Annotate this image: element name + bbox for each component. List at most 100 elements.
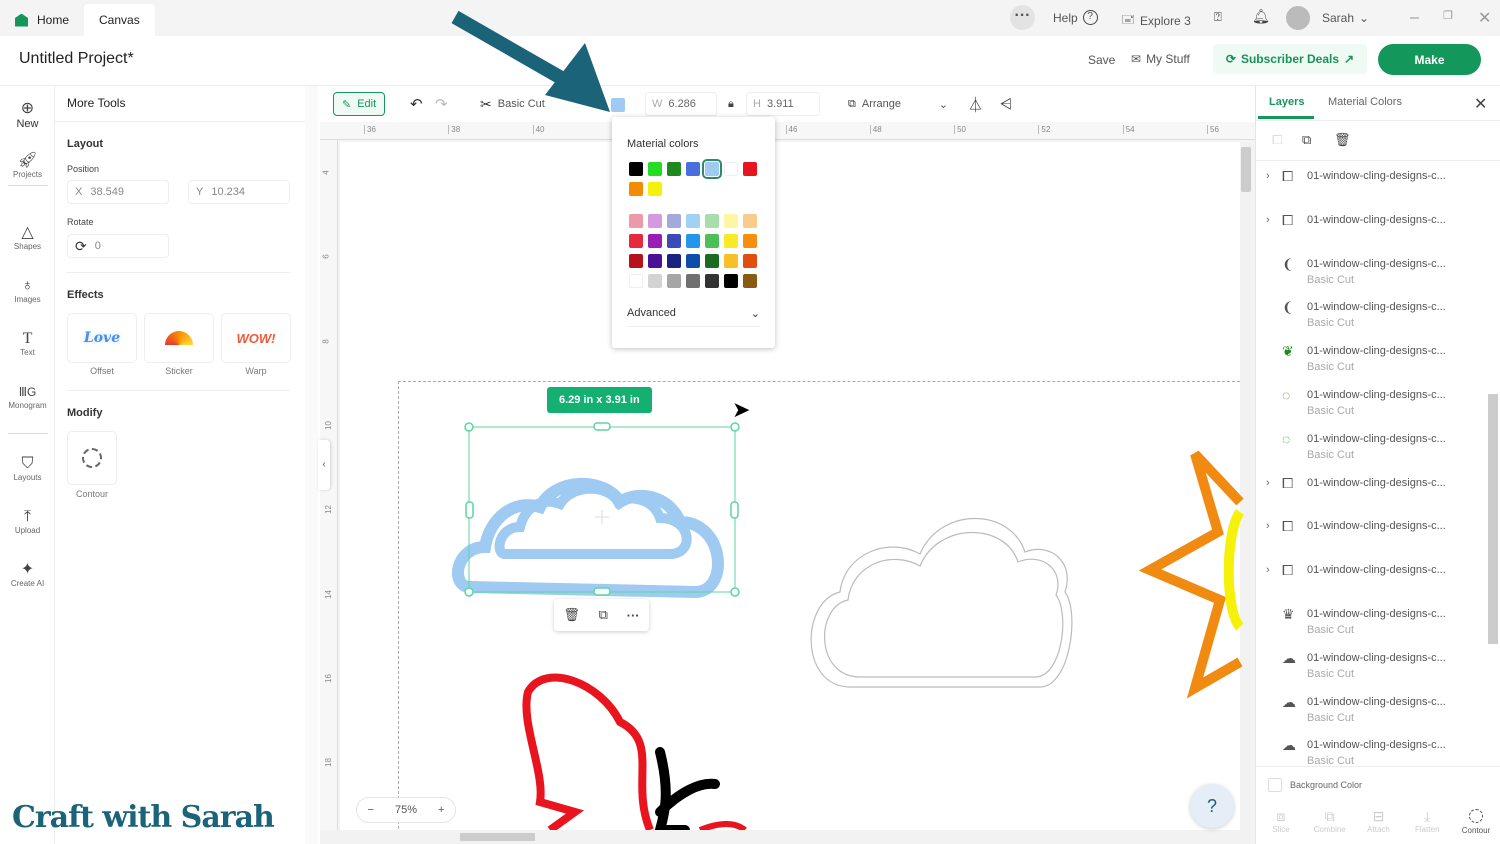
palette-color-swatch[interactable]	[724, 274, 738, 288]
my-stuff-button[interactable]: ✉ My Stuff	[1131, 52, 1190, 66]
red-butterfly[interactable]	[522, 673, 747, 830]
expand-chevron-icon[interactable]: ›	[1266, 477, 1270, 489]
explore-button[interactable]: 🖃 Explore 3	[1121, 10, 1191, 31]
palette-color-swatch[interactable]	[648, 214, 662, 228]
tab-home[interactable]: Home	[0, 4, 84, 36]
rail-new[interactable]: ⊕ New	[0, 100, 55, 130]
expand-chevron-icon[interactable]: ›	[1266, 214, 1270, 226]
palette-color-swatch[interactable]	[705, 234, 719, 248]
project-title[interactable]: Untitled Project*	[19, 50, 134, 68]
close-window-button[interactable]: ✕	[1478, 8, 1491, 28]
tab-layers[interactable]: Layers	[1269, 96, 1304, 108]
contour-button[interactable]: Contour	[1456, 808, 1496, 835]
attach-button[interactable]: ⊟ Attach	[1359, 808, 1399, 835]
material-color-swatch[interactable]	[629, 162, 643, 176]
help-chat-button[interactable]: ?	[1190, 784, 1234, 828]
palette-color-swatch[interactable]	[705, 274, 719, 288]
flatten-button[interactable]: ⤓ Flatten	[1407, 808, 1447, 835]
rail-monogram[interactable]: ⅢG Monogram	[0, 383, 55, 410]
help-button[interactable]: Help?	[1053, 10, 1098, 25]
undo-button[interactable]: ↶	[410, 92, 423, 116]
expand-chevron-icon[interactable]: ›	[1266, 564, 1270, 576]
layer-item[interactable]: ❨ 01-window-cling-designs-c... Basic Cut	[1266, 299, 1466, 345]
minimize-button[interactable]: –	[1410, 9, 1419, 27]
effect-sticker[interactable]: Sticker	[144, 313, 214, 376]
maximize-button[interactable]: ❐	[1443, 9, 1453, 22]
canvas-horizontal-scrollbar[interactable]	[320, 830, 1240, 844]
material-color-swatch[interactable]	[648, 182, 662, 196]
layer-item[interactable]: › ⧠ 01-window-cling-designs-c...	[1266, 562, 1466, 608]
arrange-select[interactable]: ⧉ Arrange ⌄	[848, 92, 948, 116]
rail-upload[interactable]: ⤒ Upload	[0, 508, 55, 535]
material-color-swatch[interactable]	[629, 182, 643, 196]
close-panel-icon[interactable]: ✕	[1474, 94, 1487, 114]
flip-horizontal-button[interactable]: ⏃	[968, 92, 983, 116]
tab-canvas[interactable]: Canvas	[84, 4, 155, 36]
palette-color-swatch[interactable]	[686, 274, 700, 288]
layer-item[interactable]: ☁ 01-window-cling-designs-c... Basic Cut	[1266, 737, 1466, 783]
subscriber-deals-button[interactable]: ⟳ Subscriber Deals ↗	[1213, 44, 1367, 74]
delete-layer-icon[interactable]: 🗑︎	[1334, 132, 1351, 148]
flip-vertical-button[interactable]: ⩤	[1000, 92, 1012, 116]
rail-create-ai[interactable]: ✦ Create AI	[0, 561, 55, 588]
palette-color-swatch[interactable]	[724, 214, 738, 228]
more-options-button[interactable]: ···	[1010, 5, 1035, 30]
effect-warp[interactable]: WOW! Warp	[221, 313, 291, 376]
lock-aspect-icon[interactable]: 🔒︎	[728, 92, 734, 116]
layer-item[interactable]: ◌ 01-window-cling-designs-c... Basic Cut	[1266, 387, 1466, 433]
make-button[interactable]: Make	[1378, 44, 1481, 75]
zoom-out-button[interactable]: −	[368, 804, 374, 816]
save-button[interactable]: Save	[1088, 53, 1115, 67]
palette-color-swatch[interactable]	[648, 274, 662, 288]
slice-button[interactable]: ⧈ Slice	[1261, 808, 1301, 835]
palette-color-swatch[interactable]	[648, 234, 662, 248]
position-x-input[interactable]: X 38.549	[67, 180, 169, 204]
palette-color-swatch[interactable]	[648, 254, 662, 268]
gray-cloud[interactable]	[810, 518, 1073, 688]
palette-color-swatch[interactable]	[743, 274, 757, 288]
layer-item[interactable]: › ⧠ 01-window-cling-designs-c...	[1266, 212, 1466, 258]
layer-item[interactable]: ☁ 01-window-cling-designs-c... Basic Cut	[1266, 650, 1466, 696]
palette-color-swatch[interactable]	[667, 214, 681, 228]
expand-chevron-icon[interactable]: ›	[1266, 520, 1270, 532]
edit-button[interactable]: ✎ Edit	[333, 92, 386, 116]
palette-color-swatch[interactable]	[667, 254, 681, 268]
rail-layouts[interactable]: ⛉ Layouts	[0, 455, 55, 482]
rail-images[interactable]: ♁ Images	[0, 277, 55, 304]
advanced-toggle[interactable]: Advanced ⌄	[627, 307, 760, 327]
duplicate-icon[interactable]: ⧉	[599, 607, 608, 623]
rail-shapes[interactable]: △ Shapes	[0, 224, 55, 251]
tab-material-colors[interactable]: Material Colors	[1328, 96, 1402, 108]
material-color-swatch[interactable]	[702, 159, 722, 179]
effect-offset[interactable]: Love Offset	[67, 313, 137, 376]
layer-item[interactable]: › ⧠ 01-window-cling-designs-c...	[1266, 518, 1466, 564]
palette-color-swatch[interactable]	[686, 254, 700, 268]
rail-text[interactable]: T Text	[0, 330, 55, 357]
palette-color-swatch[interactable]	[724, 254, 738, 268]
zoom-in-button[interactable]: +	[438, 804, 444, 816]
material-color-swatch[interactable]	[686, 162, 700, 176]
layer-item[interactable]: › ⧠ 01-window-cling-designs-c...	[1266, 475, 1466, 521]
collapse-panel-button[interactable]: ‹	[318, 440, 330, 490]
layer-item[interactable]: ❦ 01-window-cling-designs-c... Basic Cut	[1266, 343, 1466, 389]
layers-scrollbar[interactable]	[1488, 164, 1498, 764]
delete-icon[interactable]: 🗑︎	[563, 607, 580, 623]
design-canvas[interactable]: 3638404244464850525456 4681012141618	[320, 122, 1255, 844]
layer-item[interactable]: ❨ 01-window-cling-designs-c... Basic Cut	[1266, 256, 1466, 302]
palette-color-swatch[interactable]	[686, 234, 700, 248]
expand-chevron-icon[interactable]: ›	[1266, 170, 1270, 182]
blue-cloud-selected[interactable]	[452, 477, 724, 599]
palette-color-swatch[interactable]	[724, 234, 738, 248]
user-menu[interactable]: Sarah ⌄	[1322, 11, 1369, 25]
palette-color-swatch[interactable]	[743, 254, 757, 268]
layer-item[interactable]: ☁ 01-window-cling-designs-c... Basic Cut	[1266, 694, 1466, 740]
palette-color-swatch[interactable]	[667, 234, 681, 248]
palette-color-swatch[interactable]	[743, 234, 757, 248]
height-input[interactable]: H 3.911	[746, 92, 820, 116]
palette-color-swatch[interactable]	[705, 254, 719, 268]
material-color-swatch[interactable]	[743, 162, 757, 176]
combine-button[interactable]: ⧉ Combine	[1310, 808, 1350, 835]
panel-scrollbar[interactable]	[305, 86, 318, 844]
material-color-swatch[interactable]	[648, 162, 662, 176]
layer-item[interactable]: ◌ 01-window-cling-designs-c... Basic Cut	[1266, 431, 1466, 477]
